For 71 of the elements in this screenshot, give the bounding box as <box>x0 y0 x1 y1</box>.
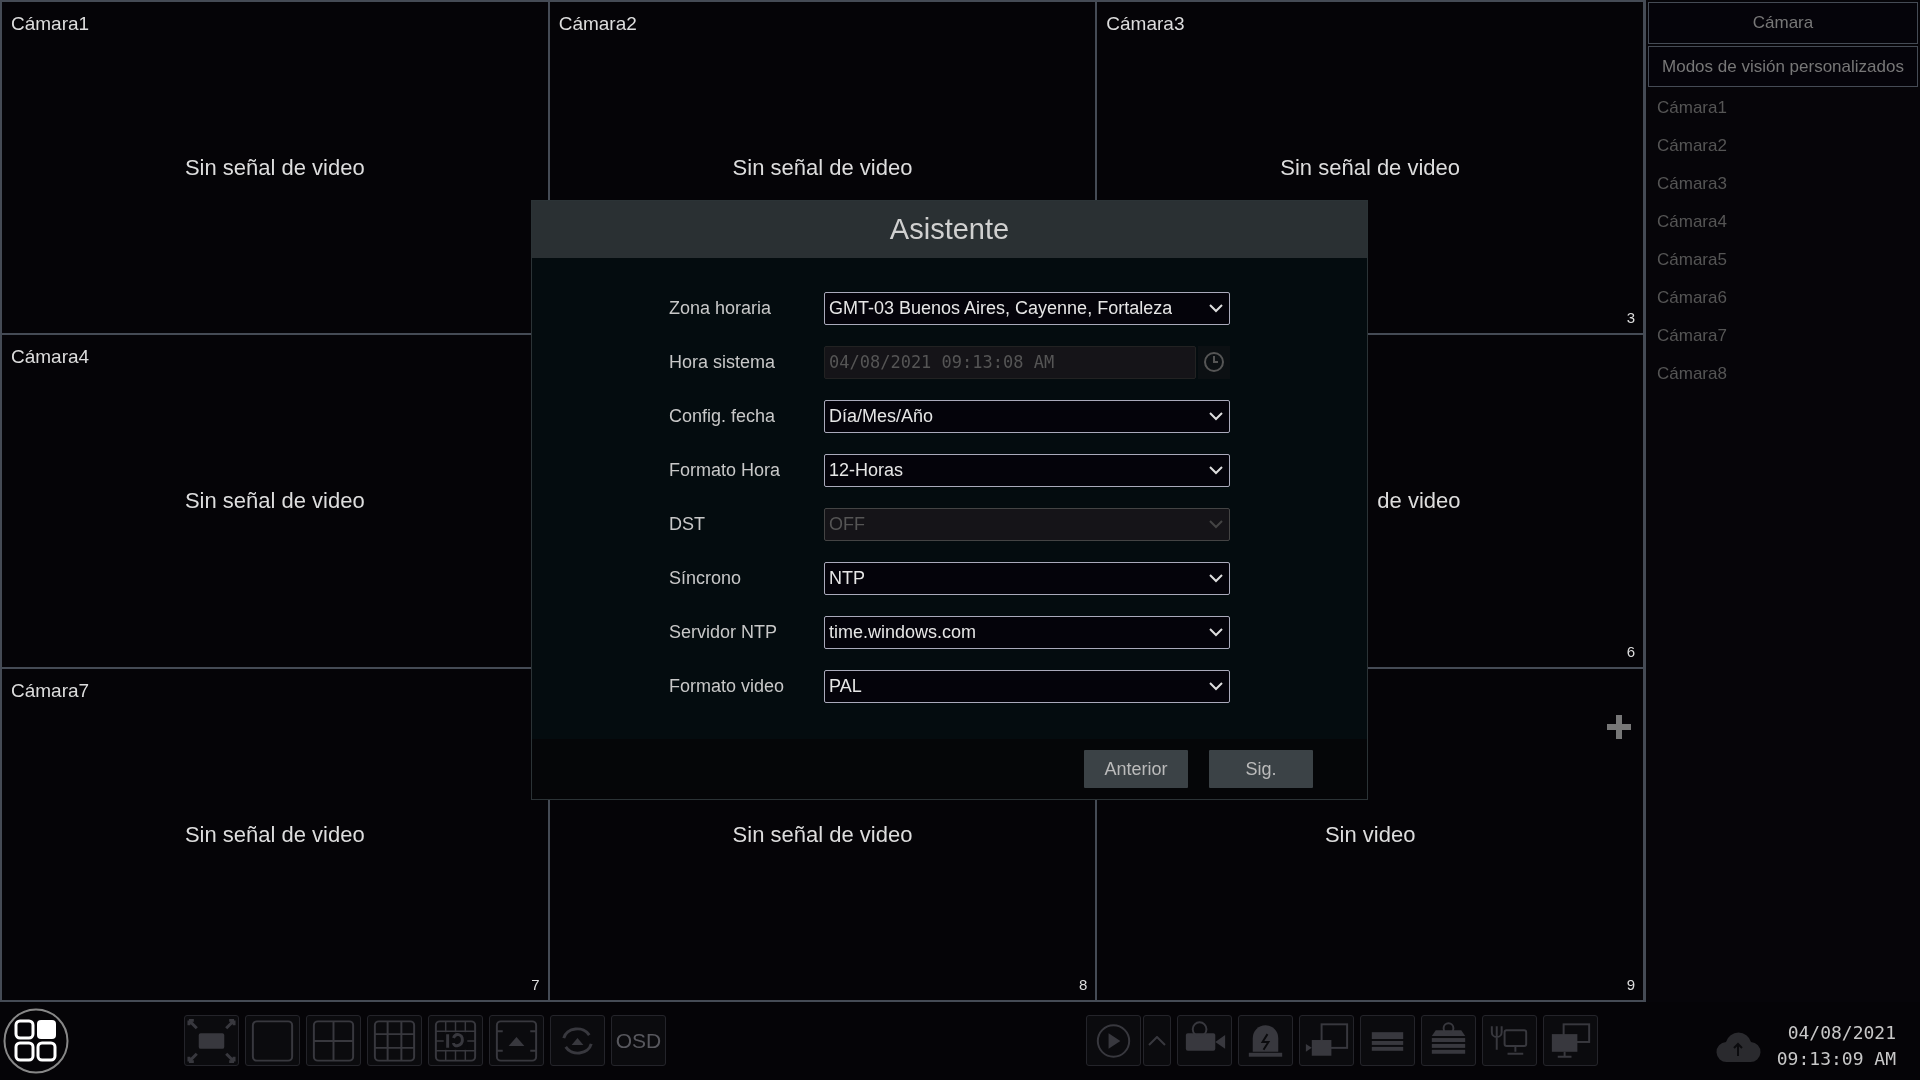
dropdown[interactable]: PAL <box>824 669 1230 703</box>
dropdown[interactable]: 12-Horas <box>824 453 1230 487</box>
tile-number: 8 <box>1079 975 1088 995</box>
chevron-down-icon <box>1209 573 1223 583</box>
field-label: Config. fecha <box>669 404 777 428</box>
field-label: Zona horaria <box>669 296 773 320</box>
custom-views-tab[interactable]: Modos de visión personalizados <box>1648 45 1918 87</box>
tile-number: 6 <box>1626 641 1635 662</box>
toolbar-button[interactable] <box>1299 1015 1354 1066</box>
toolbar-button[interactable] <box>184 1015 239 1066</box>
back-button[interactable]: Anterior <box>1084 750 1188 788</box>
field-label: Servidor NTP <box>669 620 779 644</box>
chevron-down-icon <box>1209 681 1223 691</box>
toolbar-button[interactable] <box>1086 1015 1141 1066</box>
no-signal-text: de video <box>1377 487 1461 516</box>
chevron-down-icon <box>1209 303 1223 313</box>
next-button[interactable]: Sig. <box>1209 750 1313 788</box>
tile-number: 3 <box>1626 308 1635 329</box>
no-signal-text: Sin video <box>1324 820 1416 849</box>
toolbar-button[interactable] <box>1421 1015 1476 1066</box>
dropdown: OFF <box>824 507 1230 541</box>
field-label: Formato video <box>669 674 786 698</box>
field-label: Formato Hora <box>669 458 782 482</box>
toolbar-button[interactable] <box>306 1015 361 1066</box>
datetime-field: 04/08/2021 09:13:08 AM <box>824 345 1196 379</box>
dropdown[interactable]: time.windows.com <box>824 615 1230 649</box>
camera-label: Cámara2 <box>557 12 638 36</box>
toolbar-button[interactable] <box>1177 1015 1232 1066</box>
video-tile[interactable]: Cámara7 Sin señal de video 7 <box>1 667 549 1001</box>
caret-icon <box>1148 1035 1166 1046</box>
camera-label: Cámara3 <box>1105 12 1186 36</box>
field-label: DST <box>669 512 706 536</box>
toolbar-button[interactable] <box>489 1015 544 1066</box>
add-icon[interactable] <box>1607 714 1631 739</box>
camera-label: Cámara1 <box>10 12 91 36</box>
dropdown[interactable]: NTP <box>824 561 1230 595</box>
dropdown[interactable]: GMT-03 Buenos Aires, Cayenne, Fortaleza <box>824 291 1230 325</box>
chevron-down-icon <box>1209 627 1223 637</box>
no-signal-text: Sin señal de video <box>732 154 913 183</box>
no-signal-text: Sin señal de video <box>1280 154 1461 183</box>
toolbar-button[interactable] <box>245 1015 300 1066</box>
field-label: Síncrono <box>669 566 743 590</box>
toolbar-button[interactable] <box>367 1015 422 1066</box>
clock-button[interactable] <box>1198 345 1230 379</box>
camera-tab[interactable]: Cámara <box>1648 2 1918 44</box>
no-signal-text: Sin señal de video <box>184 487 365 516</box>
no-signal-text: Sin señal de video <box>184 154 365 183</box>
video-tile[interactable]: Cámara1 Sin señal de video <box>1 1 549 335</box>
toolbar-button[interactable] <box>550 1015 605 1066</box>
date-text: 04/08/2021 <box>1786 1020 1896 1045</box>
time-text: 09:13:09 AM <box>1776 1047 1896 1071</box>
toolbar-button[interactable] <box>1482 1015 1537 1066</box>
toolbar-button[interactable] <box>1238 1015 1293 1066</box>
chevron-down-icon <box>1209 465 1223 475</box>
chevron-down-icon <box>1209 519 1223 529</box>
no-signal-text: Sin señal de video <box>732 820 913 849</box>
tile-number: 7 <box>531 975 540 995</box>
toolbar-button[interactable] <box>1143 1015 1171 1066</box>
menu-icon[interactable] <box>3 1008 69 1074</box>
toolbar-button[interactable] <box>1360 1015 1415 1066</box>
dropdown[interactable]: Día/Mes/Año <box>824 399 1230 433</box>
no-signal-text: Sin señal de video <box>184 820 365 849</box>
toolbar-button[interactable] <box>1543 1015 1598 1066</box>
camera-label: Cámara7 <box>10 678 91 703</box>
toolbar-button[interactable] <box>428 1015 483 1066</box>
chevron-down-icon <box>1209 411 1223 421</box>
field-label: Hora sistema <box>669 350 777 374</box>
tile-number: 9 <box>1626 975 1635 995</box>
dialog-title: Asistente <box>532 201 1367 258</box>
clock-icon <box>1203 351 1225 373</box>
camera-label: Cámara4 <box>10 345 91 370</box>
